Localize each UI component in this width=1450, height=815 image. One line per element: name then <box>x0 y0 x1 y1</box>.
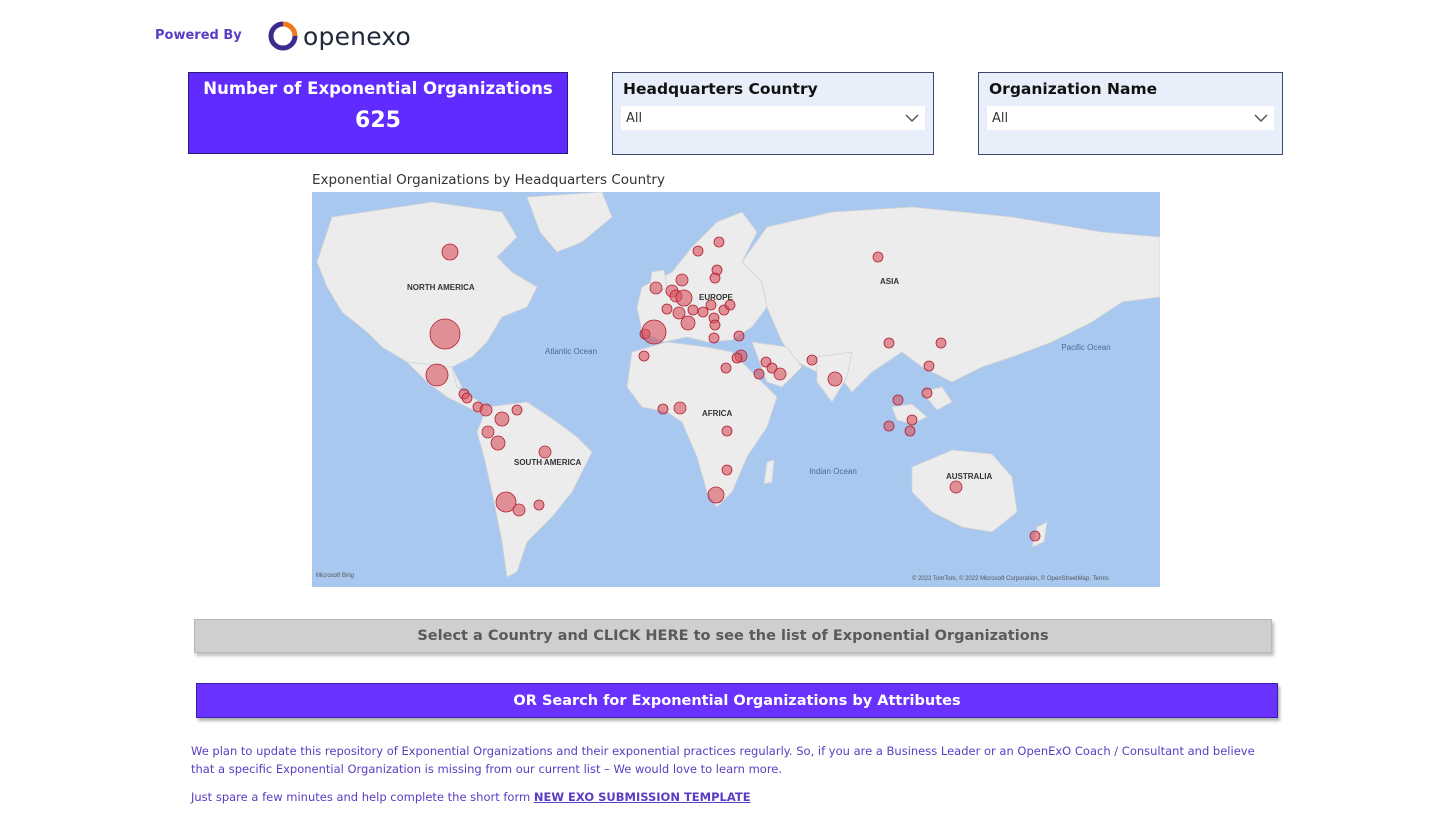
country-bubble[interactable] <box>1029 530 1041 542</box>
country-bubble[interactable] <box>921 387 933 399</box>
country-bubble[interactable] <box>753 368 765 380</box>
world-map-canvas[interactable]: NORTH AMERICA EUROPE ASIA AFRICA SOUTH A… <box>312 192 1160 587</box>
show-country-list-button[interactable]: Select a Country and CLICK HERE to see t… <box>194 619 1272 653</box>
country-bubble[interactable] <box>641 319 667 345</box>
country-bubble[interactable] <box>429 318 461 350</box>
country-bubble[interactable] <box>680 315 696 331</box>
country-bubble[interactable] <box>425 363 449 387</box>
country-bubble[interactable] <box>872 251 884 263</box>
country-bubble[interactable] <box>697 306 709 318</box>
country-bubble[interactable] <box>481 425 495 439</box>
country-bubble[interactable] <box>461 392 473 404</box>
country-dropdown[interactable]: All <box>621 106 925 130</box>
country-bubble[interactable] <box>713 236 725 248</box>
logo-wordmark: openexo <box>303 21 412 51</box>
country-bubble[interactable] <box>494 411 510 427</box>
country-bubble[interactable] <box>661 303 673 315</box>
country-bubble[interactable] <box>638 350 650 362</box>
label-africa: AFRICA <box>702 409 732 418</box>
label-atlantic-ocean: Atlantic Ocean <box>545 347 597 356</box>
openexo-logo: openexo <box>268 19 411 53</box>
country-bubble[interactable] <box>657 403 669 415</box>
country-bubble[interactable] <box>511 404 523 416</box>
footer-cta: Just spare a few minutes and help comple… <box>191 790 751 804</box>
country-bubble[interactable] <box>883 337 895 349</box>
country-bubble[interactable] <box>724 299 736 311</box>
map-brand: Microsoft Bing <box>316 573 354 579</box>
country-bubble[interactable] <box>806 354 818 366</box>
label-indian-ocean: Indian Ocean <box>809 467 857 476</box>
organization-filter-title: Organization Name <box>989 80 1158 98</box>
search-by-attributes-button[interactable]: OR Search for Exponential Organizations … <box>196 683 1278 718</box>
country-bubble[interactable] <box>649 281 663 295</box>
country-bubble[interactable] <box>687 304 699 316</box>
country-bubble[interactable] <box>923 360 935 372</box>
kpi-title: Number of Exponential Organizations <box>203 79 553 98</box>
country-bubble[interactable] <box>773 367 787 381</box>
country-filter: Headquarters Country All <box>612 72 934 155</box>
map-title: Exponential Organizations by Headquarter… <box>312 172 665 188</box>
world-map[interactable]: NORTH AMERICA EUROPE ASIA AFRICA SOUTH A… <box>312 192 1160 587</box>
country-bubble[interactable] <box>538 445 552 459</box>
chevron-down-icon <box>1254 114 1268 123</box>
country-bubble[interactable] <box>935 337 947 349</box>
country-bubble[interactable] <box>904 425 916 437</box>
country-bubble[interactable] <box>731 352 743 364</box>
exo-count-card: Number of Exponential Organizations 625 <box>188 72 568 154</box>
country-bubble[interactable] <box>708 332 720 344</box>
map-attribution[interactable]: © 2022 TomTom, © 2022 Microsoft Corporat… <box>912 575 1109 582</box>
country-bubble[interactable] <box>533 499 545 511</box>
country-bubble[interactable] <box>672 306 686 320</box>
country-bubble[interactable] <box>490 435 506 451</box>
country-dropdown-value: All <box>626 110 643 126</box>
organization-filter: Organization Name All <box>978 72 1283 155</box>
country-bubble[interactable] <box>709 319 721 331</box>
country-bubble[interactable] <box>949 480 963 494</box>
country-bubble[interactable] <box>441 243 459 261</box>
country-bubble[interactable] <box>675 289 693 307</box>
country-bubble[interactable] <box>721 464 733 476</box>
openexo-logo-icon <box>268 21 298 51</box>
country-bubble[interactable] <box>883 420 895 432</box>
label-asia: ASIA <box>880 277 899 286</box>
powered-by-label: Powered By <box>155 28 242 43</box>
country-filter-title: Headquarters Country <box>623 80 818 98</box>
label-pacific-ocean: Pacific Ocean <box>1061 343 1110 352</box>
footer-paragraph: We plan to update this repository of Exp… <box>191 744 1255 776</box>
organization-dropdown[interactable]: All <box>987 106 1274 130</box>
country-bubble[interactable] <box>906 414 918 426</box>
country-bubble[interactable] <box>673 401 687 415</box>
chevron-down-icon <box>905 114 919 123</box>
organization-dropdown-value: All <box>992 110 1009 126</box>
label-north-america: NORTH AMERICA <box>407 283 475 292</box>
country-bubble[interactable] <box>733 330 745 342</box>
submission-template-link[interactable]: NEW EXO SUBMISSION TEMPLATE <box>534 790 751 804</box>
country-bubble[interactable] <box>675 273 689 287</box>
country-bubble[interactable] <box>709 272 721 284</box>
country-bubble[interactable] <box>692 245 704 257</box>
label-south-america: SOUTH AMERICA <box>514 458 581 467</box>
kpi-value: 625 <box>355 108 401 133</box>
country-bubble[interactable] <box>479 403 493 417</box>
country-bubble[interactable] <box>705 299 717 311</box>
country-bubble[interactable] <box>512 503 526 517</box>
footer-cta-text: Just spare a few minutes and help comple… <box>191 790 531 804</box>
label-australia: AUSTRALIA <box>946 472 992 481</box>
country-bubble[interactable] <box>720 362 732 374</box>
country-bubble[interactable] <box>721 425 733 437</box>
country-bubble[interactable] <box>827 371 843 387</box>
country-bubble[interactable] <box>892 394 904 406</box>
country-bubble[interactable] <box>707 486 725 504</box>
